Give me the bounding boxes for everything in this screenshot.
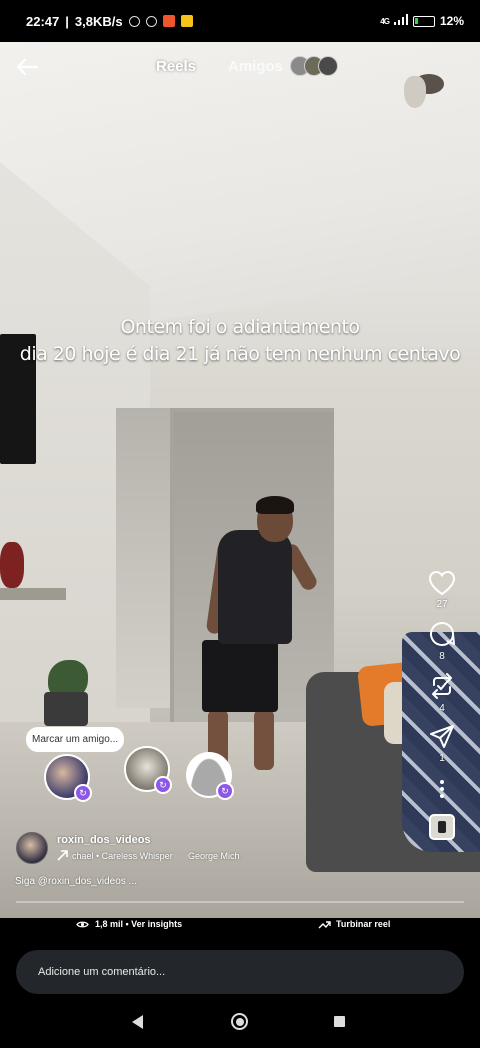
caption-line: Ontem foi o adiantamento [120,316,360,338]
playback-progress[interactable] [16,901,464,903]
mute-icon [128,15,140,27]
repost-count: 4 [439,703,445,714]
battery-percent: 12% [439,14,464,28]
insights-bar: 1,8 mil • Ver insights Turbinar reel [0,918,480,948]
scene-shelf [0,588,66,600]
comment-button[interactable]: 8 [428,620,456,662]
trending-arrow-icon [57,850,68,861]
comment-count: 8 [439,651,445,662]
repost-button[interactable]: 4 [428,672,456,714]
share-button[interactable]: 1 [429,724,455,764]
eye-icon [76,921,89,927]
app-notification-icon [180,15,193,27]
side-actions: 27 8 4 1 [418,570,466,840]
scene-person-leg [254,710,274,770]
repost-badge-icon: ↻ [154,776,172,794]
reels-header: Reels Amigos [0,50,480,84]
music-info[interactable]: chael • Careless Whisper George Mich [57,850,242,861]
trending-up-icon [318,920,331,928]
arrow-left-icon [16,58,39,76]
more-icon[interactable] [440,780,444,798]
scene-person-shirt [218,530,292,644]
alarm-icon [145,15,157,27]
author-avatar[interactable] [16,832,48,864]
heart-icon [428,570,456,596]
tag-suggestion[interactable]: ↻ [44,754,92,802]
repost-icon [432,673,452,699]
separator: | [65,13,69,29]
video-caption: Ontem foi o adiantamento dia 20 hoje é d… [0,314,480,368]
audio-thumbnail[interactable] [429,814,455,840]
share-count: 1 [439,753,445,764]
scene-person-shorts [202,640,278,712]
tab-friends[interactable]: Amigos [228,58,283,75]
scene-person-hair [256,496,294,514]
network-speed: 3,8KB/s [74,13,123,29]
like-button[interactable]: 27 [428,570,456,610]
author-username[interactable]: roxin_dos_videos [57,834,151,846]
scene-decor [0,542,24,588]
tag-suggestion[interactable]: ↻ [124,746,172,794]
boost-reel-button[interactable]: Turbinar reel [318,918,390,930]
boost-text: Turbinar reel [336,919,391,929]
send-icon [430,725,454,748]
like-count: 27 [436,599,448,610]
status-left: 22:47 | 3,8KB/s [26,14,193,29]
views-text: 1,8 mil • Ver insights [95,919,183,929]
follow-text[interactable]: Siga @roxin_dos_videos ... [15,876,137,887]
clock: 22:47 [26,13,60,29]
status-right: 4G 12% [380,14,464,28]
app-notification-icon [162,15,175,27]
nav-back-icon[interactable] [132,1015,143,1029]
tab-reels[interactable]: Reels [156,58,196,75]
avatar [318,56,338,76]
tag-suggestion[interactable]: ↻ [186,752,234,800]
tag-friend-prompt[interactable]: Marcar um amigo... [26,727,125,752]
music-artist: George Mich [188,850,240,861]
status-bar: 22:47 | 3,8KB/s 4G 12% [0,0,480,42]
comment-input[interactable]: Adicione um comentário... [16,950,464,994]
system-nav-bar [0,998,480,1048]
nav-recents-icon[interactable] [334,1016,345,1027]
caption-line: dia 20 hoje é dia 21 já não tem nenhum c… [19,343,461,365]
music-song: chael • Careless Whisper [72,850,173,861]
author-row: roxin_dos_videos chael • Careless Whispe… [16,830,316,866]
comment-placeholder: Adicione um comentário... [38,966,166,978]
battery-icon [412,15,435,27]
scene-plant-pot [44,692,88,726]
view-insights-button[interactable]: 1,8 mil • Ver insights [76,918,182,930]
repost-badge-icon: ↻ [216,782,234,800]
audio-icon [438,821,446,833]
signal-icon [393,14,408,28]
nav-home-icon[interactable] [231,1013,248,1030]
network-type: 4G [380,16,390,26]
comment-icon [430,622,455,646]
friends-avatars[interactable] [290,56,338,76]
repost-badge-icon: ↻ [74,784,92,802]
back-button[interactable] [14,54,40,80]
